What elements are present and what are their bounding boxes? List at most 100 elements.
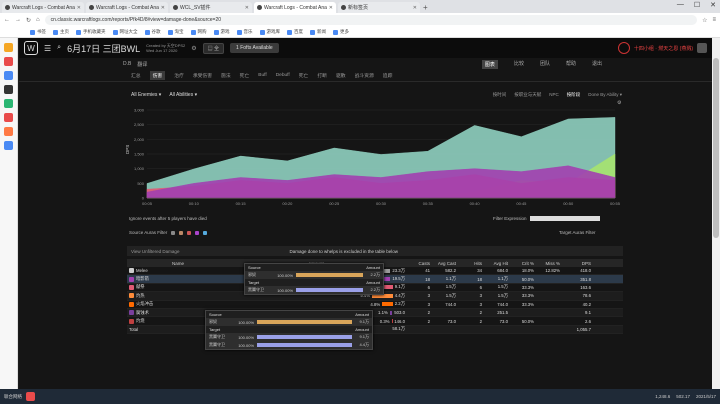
search-icon[interactable]: ⌕ xyxy=(57,44,61,52)
ignore-events-option[interactable]: Ignore events after 5 players have died xyxy=(129,216,207,221)
guild-logo-icon[interactable] xyxy=(617,42,630,54)
browser-tab[interactable]: WCL_SV插件 ✕ xyxy=(170,2,252,13)
settings-icon[interactable]: ⚙ xyxy=(191,45,196,52)
bookmark-item[interactable]: 游戏 xyxy=(213,29,230,35)
popup-row[interactable]: 黑翼守卫 100.00% 2.2万 xyxy=(245,286,383,294)
app-icon[interactable] xyxy=(4,141,13,150)
view-mode-option[interactable]: 按职业与天赋 xyxy=(514,92,541,98)
column-header[interactable]: Avg Cast xyxy=(433,261,459,266)
bookmark-item[interactable]: 更多 xyxy=(333,29,349,35)
column-header[interactable]: Name xyxy=(127,261,227,266)
aura-icon[interactable] xyxy=(179,230,184,235)
table-row[interactable]: 火焰冲击 4.8% 2.2万 3 744.0 3 744.0 33.3% 40.2 xyxy=(127,301,623,309)
app-icon[interactable] xyxy=(4,71,13,80)
enemies-filter[interactable]: All Enemies ▾ xyxy=(131,92,161,98)
menu-icon[interactable]: ☰ xyxy=(44,44,51,53)
close-window-icon[interactable]: ✕ xyxy=(710,1,716,9)
app-icon[interactable] xyxy=(4,127,13,136)
new-tab-button[interactable]: + xyxy=(423,2,428,13)
table-row[interactable]: 腐蚀术 1.1% 503.0 2 2 251.5 9.1 xyxy=(127,308,623,318)
nav-item[interactable]: 翻译 xyxy=(137,61,147,68)
wcl-logo-icon[interactable]: W xyxy=(24,41,38,55)
star-icon[interactable]: ☆ xyxy=(702,17,707,24)
view-mode-option[interactable]: Done By Ability ▾ xyxy=(588,92,622,98)
column-header[interactable]: Miss % xyxy=(537,261,563,266)
bookmark-item[interactable]: 手机收藏夹 xyxy=(76,29,106,35)
ability-name[interactable]: 腐蚀术 xyxy=(136,310,149,316)
column-header[interactable]: Crit % xyxy=(511,261,537,266)
target-auras-filter[interactable]: Target Auras Filter xyxy=(559,230,596,235)
view-mode-option[interactable]: NPC xyxy=(549,92,559,98)
url-input[interactable]: cn.classic.warcraftlogs.com/reports/Pfk4… xyxy=(44,15,698,25)
app-icon[interactable] xyxy=(4,113,13,122)
report-tab[interactable]: Buff xyxy=(258,73,266,78)
nav-item[interactable]: 帮助 xyxy=(566,60,576,69)
close-tab-icon[interactable]: ✕ xyxy=(161,5,165,11)
report-tab[interactable]: Debuff xyxy=(276,73,290,78)
nav-item[interactable]: D.B xyxy=(123,61,131,67)
username[interactable]: 十四小组 · 燃天之恩 (燕溅) xyxy=(634,45,693,52)
nav-item[interactable]: 比较 xyxy=(514,60,524,69)
app-icon[interactable] xyxy=(4,85,13,94)
close-tab-icon[interactable]: ✕ xyxy=(77,5,81,11)
popup-row[interactable]: 邪奴 100.00% 2.2万 xyxy=(245,271,383,279)
popup-row[interactable]: 黑翼守卫 100.00% 4.4万 xyxy=(206,341,372,349)
chart-settings-icon[interactable]: ⚙ xyxy=(617,100,622,106)
ability-name[interactable]: 灼热 xyxy=(136,293,145,299)
close-tab-icon[interactable]: ✕ xyxy=(245,5,249,11)
report-tab[interactable]: 施法 xyxy=(221,72,231,79)
close-tab-icon[interactable]: ✕ xyxy=(329,5,333,11)
maximize-icon[interactable]: ☐ xyxy=(694,1,700,9)
abilities-filter[interactable]: All Abilities ▾ xyxy=(169,92,197,98)
column-header[interactable]: Hits xyxy=(459,261,485,266)
view-unfiltered-link[interactable]: View Unfiltered Damage xyxy=(131,249,179,254)
scroll-thumb[interactable] xyxy=(713,58,719,238)
bookmark-item[interactable]: 网购 xyxy=(190,29,207,35)
menu-icon[interactable]: ≡ xyxy=(712,17,716,23)
browser-tab[interactable]: Warcraft Logs - Combat Ana ✕ xyxy=(86,2,168,13)
report-tab[interactable]: 驱散 xyxy=(336,72,346,79)
bookmark-item[interactable]: 淘宝 xyxy=(167,29,184,35)
aura-icon[interactable] xyxy=(203,230,208,235)
nav-item[interactable]: 图表 xyxy=(481,59,498,69)
fights-available-button[interactable]: 1 Fofts Available xyxy=(230,43,279,53)
reload-icon[interactable]: ↻ xyxy=(26,17,31,24)
report-tab[interactable]: 追踪 xyxy=(383,72,393,79)
report-tab[interactable]: 死亡 xyxy=(240,72,250,79)
report-tab[interactable]: 汇总 xyxy=(131,72,141,79)
report-tab[interactable]: 承受伤害 xyxy=(193,72,212,79)
ability-name[interactable]: 灼烧 xyxy=(136,318,145,324)
report-tab[interactable]: 治疗 xyxy=(174,72,184,79)
browser-tab-active[interactable]: Warcraft Logs - Combat Ana ✕ xyxy=(254,2,336,13)
report-tab[interactable]: 死亡 xyxy=(299,72,309,79)
column-header[interactable]: DPS xyxy=(563,261,593,266)
aura-icon[interactable] xyxy=(187,230,192,235)
bookmark-item[interactable]: 谷歌 xyxy=(144,29,161,35)
popup-row[interactable]: 黑翼守卫 100.00% 9.1万 xyxy=(206,333,372,341)
report-tab[interactable]: 战斗资源 xyxy=(355,72,374,79)
nav-item[interactable]: 退出 xyxy=(592,60,602,69)
home-icon[interactable]: ⌂ xyxy=(36,17,40,23)
nav-item[interactable]: 团队 xyxy=(540,60,550,69)
app-icon[interactable] xyxy=(4,57,13,66)
minimize-icon[interactable]: — xyxy=(677,1,684,9)
ability-name[interactable]: Melee xyxy=(136,268,148,273)
report-tab[interactable]: 伤害 xyxy=(149,71,166,80)
filter-expression-input[interactable] xyxy=(529,216,600,221)
aura-icon[interactable] xyxy=(195,230,200,235)
column-header[interactable]: Casts xyxy=(407,261,433,266)
view-mode-option[interactable]: 按阶段 xyxy=(567,92,581,98)
app-icon[interactable] xyxy=(4,43,13,52)
close-tab-icon[interactable]: ✕ xyxy=(413,5,417,11)
ability-name[interactable]: 暗影箭 xyxy=(136,276,149,282)
bookmark-item[interactable]: 百度 xyxy=(287,29,303,35)
fight-selector[interactable]: ▤ 全 xyxy=(202,42,225,54)
page-scrollbar[interactable] xyxy=(712,38,720,389)
back-icon[interactable]: ← xyxy=(4,17,10,23)
ability-name[interactable]: 献祭 xyxy=(136,284,145,290)
browser-tab[interactable]: Warcraft Logs - Combat Ana ✕ xyxy=(2,2,84,13)
user-avatar[interactable] xyxy=(697,43,707,53)
bookmark-item[interactable]: 游戏库 xyxy=(259,29,280,35)
bookmark-item[interactable]: 网址大全 xyxy=(112,29,138,35)
taskbar-app-icon[interactable] xyxy=(26,392,35,401)
